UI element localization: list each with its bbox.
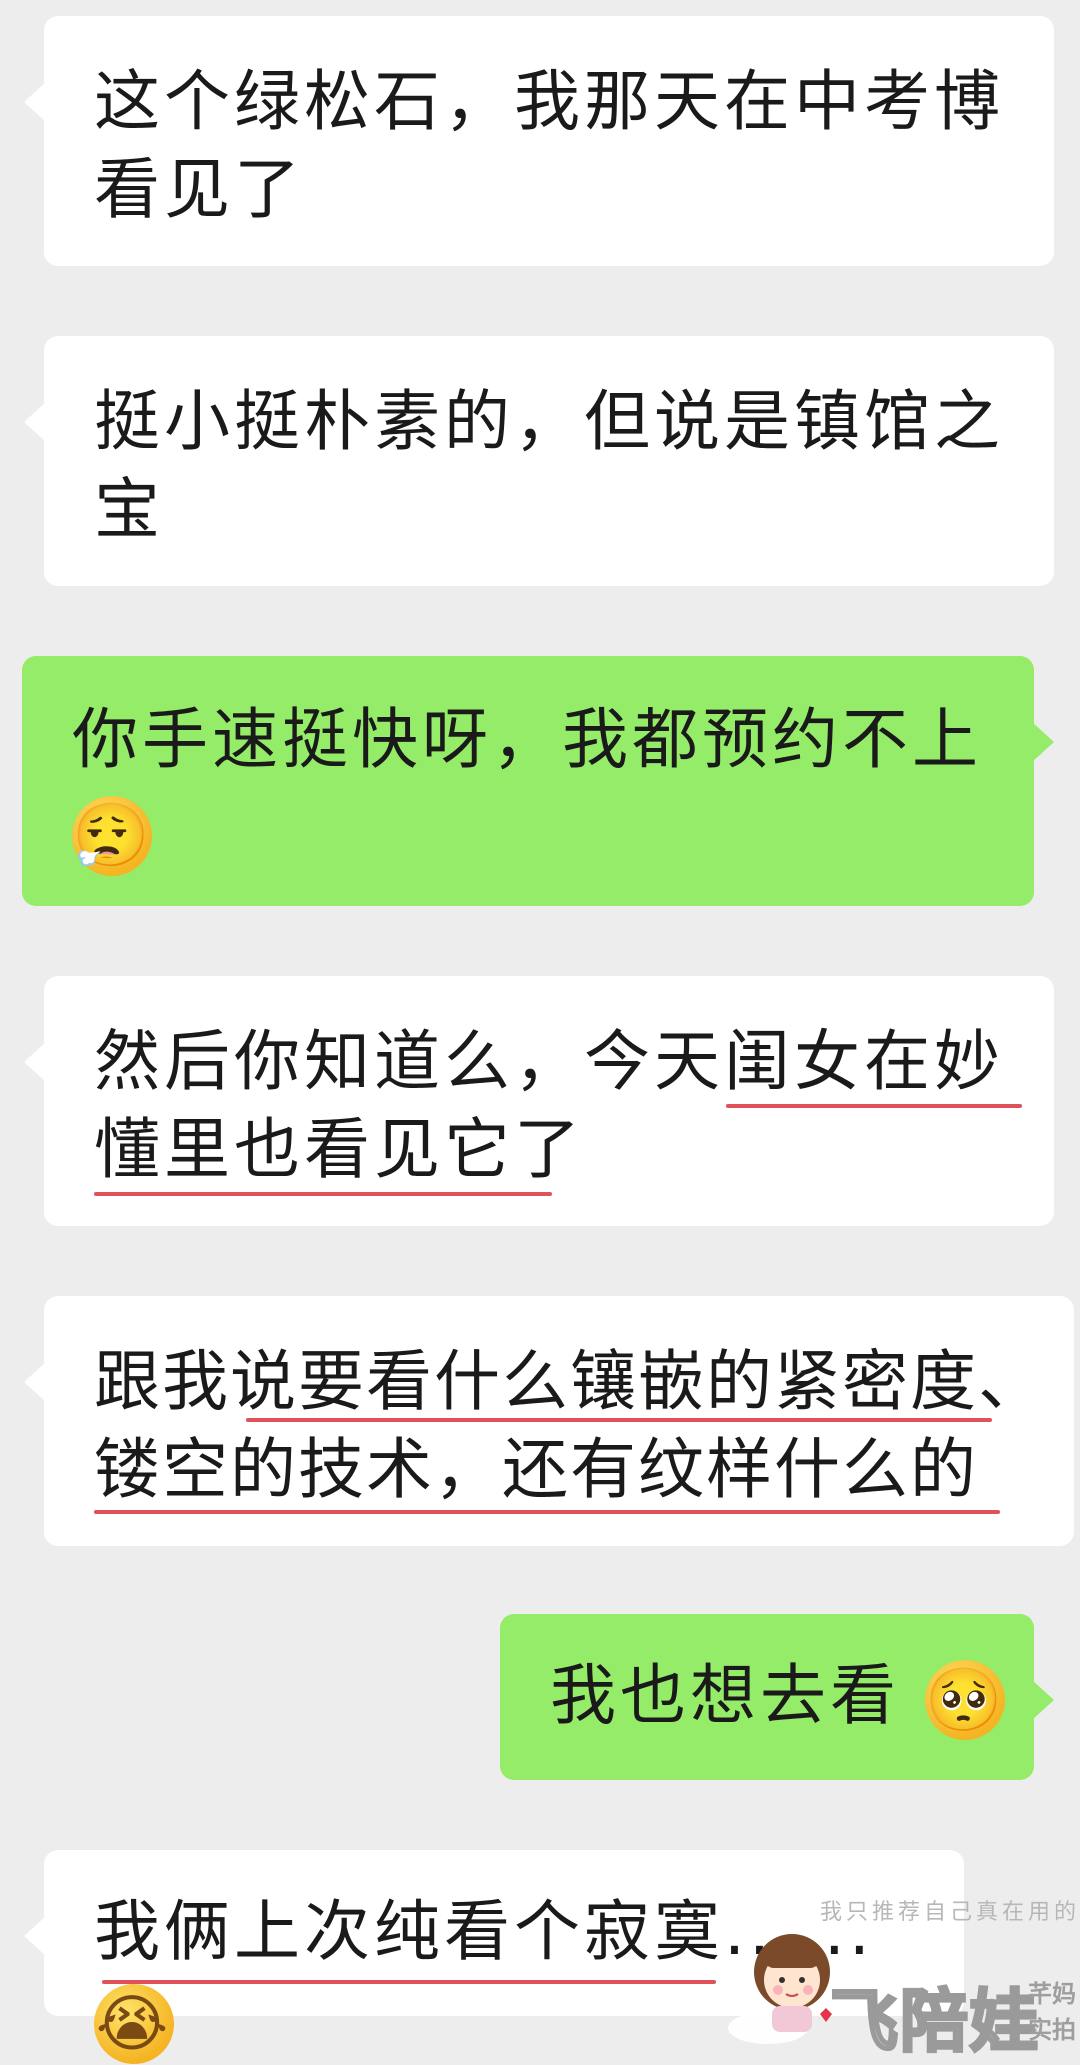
watermark-side-label: 芊妈 实拍 — [1028, 1980, 1076, 2044]
highlight-underline — [726, 1104, 1022, 1108]
highlight-underline — [102, 1980, 716, 1984]
message-text-line: 这个绿松石，我那天在中考博 — [94, 63, 1004, 140]
message-text-line: 你手速挺快呀，我都预约不上 — [72, 701, 982, 778]
message-text-line: 我也想去看 — [550, 1657, 900, 1734]
highlight-underline — [94, 1510, 1000, 1514]
message-bubble-received[interactable]: 这个绿松石，我那天在中考博 看见了 — [24, 16, 1054, 266]
message-text-line: 看见了 — [94, 151, 304, 228]
message-bubble-sent[interactable]: 你手速挺快呀，我都预约不上 😮‍💨 — [22, 656, 1054, 906]
message-bubble-received[interactable]: 然后你知道么，今天闺女在妙 懂里也看见它了 — [24, 976, 1054, 1226]
face-exhaling-emoji-icon: 😮‍💨 — [72, 795, 152, 876]
highlight-underline — [246, 1418, 992, 1422]
message-bubble-sent[interactable]: 我也想去看 🥺 — [500, 1614, 1054, 1780]
highlight-underline — [94, 1192, 552, 1196]
message-text-line: 跟我说要看什么镶嵌的紧密度、 — [94, 1343, 1046, 1420]
watermark-tagline: 我只推荐自己真在用的 — [819, 1900, 1080, 1925]
message-text-line: 镂空的技术，还有纹样什么的 — [94, 1431, 978, 1508]
message-bubble-received[interactable]: 挺小挺朴素的，但说是镇馆之 宝 — [24, 336, 1054, 586]
message-text-line: 宝 — [94, 471, 164, 548]
crying-face-emoji-icon: 😭 — [94, 1983, 174, 2064]
message-text-line: 然后你知道么，今天闺女在妙 — [94, 1023, 1004, 1100]
watermark: 我只推荐自己真在用的 飞陪娃 芊妈 实拍 — [700, 1880, 1080, 2064]
message-text-line: 挺小挺朴素的，但说是镇馆之 — [94, 383, 1004, 460]
pleading-face-emoji-icon: 🥺 — [924, 1659, 1005, 1740]
message-text-line: 懂里也看见它了 — [94, 1111, 584, 1188]
watermark-brand: 飞陪娃 — [828, 1982, 1041, 2064]
